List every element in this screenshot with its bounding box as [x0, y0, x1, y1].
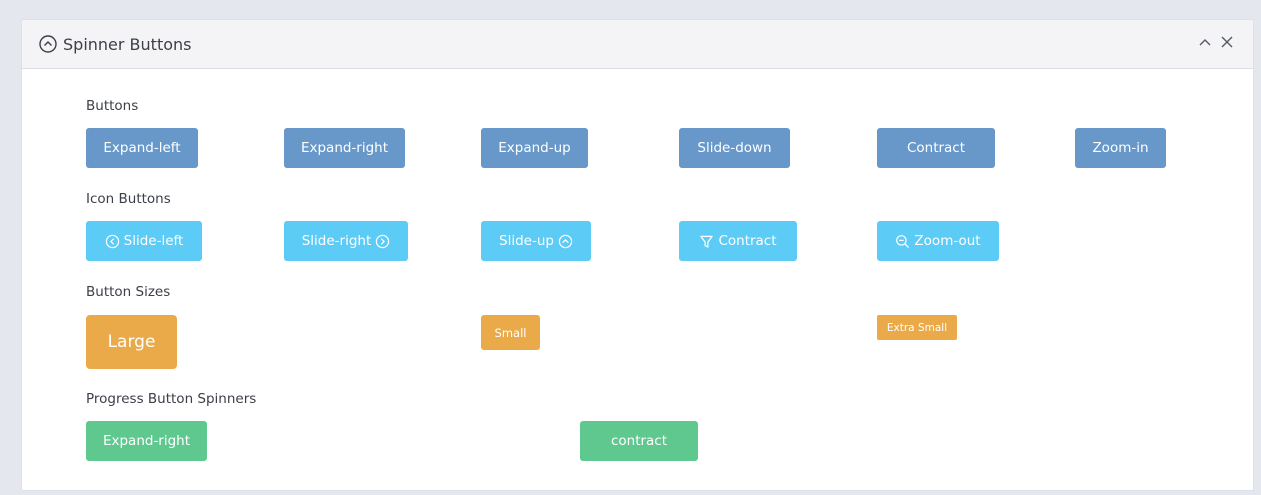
slide-left-label: Slide-left: [123, 233, 184, 249]
section-label-buttons: Buttons: [86, 98, 139, 114]
zoom-out-label: Zoom-out: [914, 233, 981, 249]
slide-up-button[interactable]: Slide-up: [481, 221, 591, 261]
filter-icon: [699, 234, 714, 249]
spinner-buttons-panel: Spinner Buttons Buttons Expand-left Expa…: [21, 19, 1254, 491]
chevron-right-circle-icon: [375, 234, 390, 249]
section-label-button-sizes: Button Sizes: [86, 284, 171, 300]
large-button[interactable]: Large: [86, 315, 177, 369]
progress-contract-button[interactable]: contract: [580, 421, 698, 461]
section-label-progress-spinners: Progress Button Spinners: [86, 391, 257, 407]
chevron-left-circle-icon: [105, 234, 120, 249]
zoom-in-button[interactable]: Zoom-in: [1075, 128, 1166, 168]
contract-button[interactable]: Contract: [877, 128, 995, 168]
slide-up-label: Slide-up: [499, 233, 554, 249]
panel-title-wrap: Spinner Buttons: [38, 33, 191, 55]
chevron-up-circle-icon: [38, 34, 58, 54]
close-icon: [1221, 36, 1233, 48]
expand-right-button[interactable]: Expand-right: [284, 128, 405, 168]
contract-icon-button[interactable]: Contract: [679, 221, 797, 261]
small-button[interactable]: Small: [481, 315, 540, 350]
collapse-button[interactable]: [1197, 34, 1213, 50]
contract-icon-label: Contract: [718, 233, 777, 249]
progress-expand-right-button[interactable]: Expand-right: [86, 421, 207, 461]
expand-up-button[interactable]: Expand-up: [481, 128, 588, 168]
panel-header: Spinner Buttons: [22, 20, 1253, 69]
slide-down-button[interactable]: Slide-down: [679, 128, 790, 168]
zoom-out-icon: [895, 234, 910, 249]
section-label-icon-buttons: Icon Buttons: [86, 191, 171, 207]
zoom-out-button[interactable]: Zoom-out: [877, 221, 999, 261]
slide-right-label: Slide-right: [301, 233, 372, 249]
close-button[interactable]: [1219, 34, 1235, 50]
expand-left-button[interactable]: Expand-left: [86, 128, 198, 168]
panel-title: Spinner Buttons: [63, 34, 192, 54]
slide-right-button[interactable]: Slide-right: [284, 221, 408, 261]
slide-left-button[interactable]: Slide-left: [86, 221, 202, 261]
chevron-up-icon: [1199, 39, 1211, 46]
extra-small-button[interactable]: Extra Small: [877, 315, 957, 340]
chevron-up-circle-icon: [558, 234, 573, 249]
